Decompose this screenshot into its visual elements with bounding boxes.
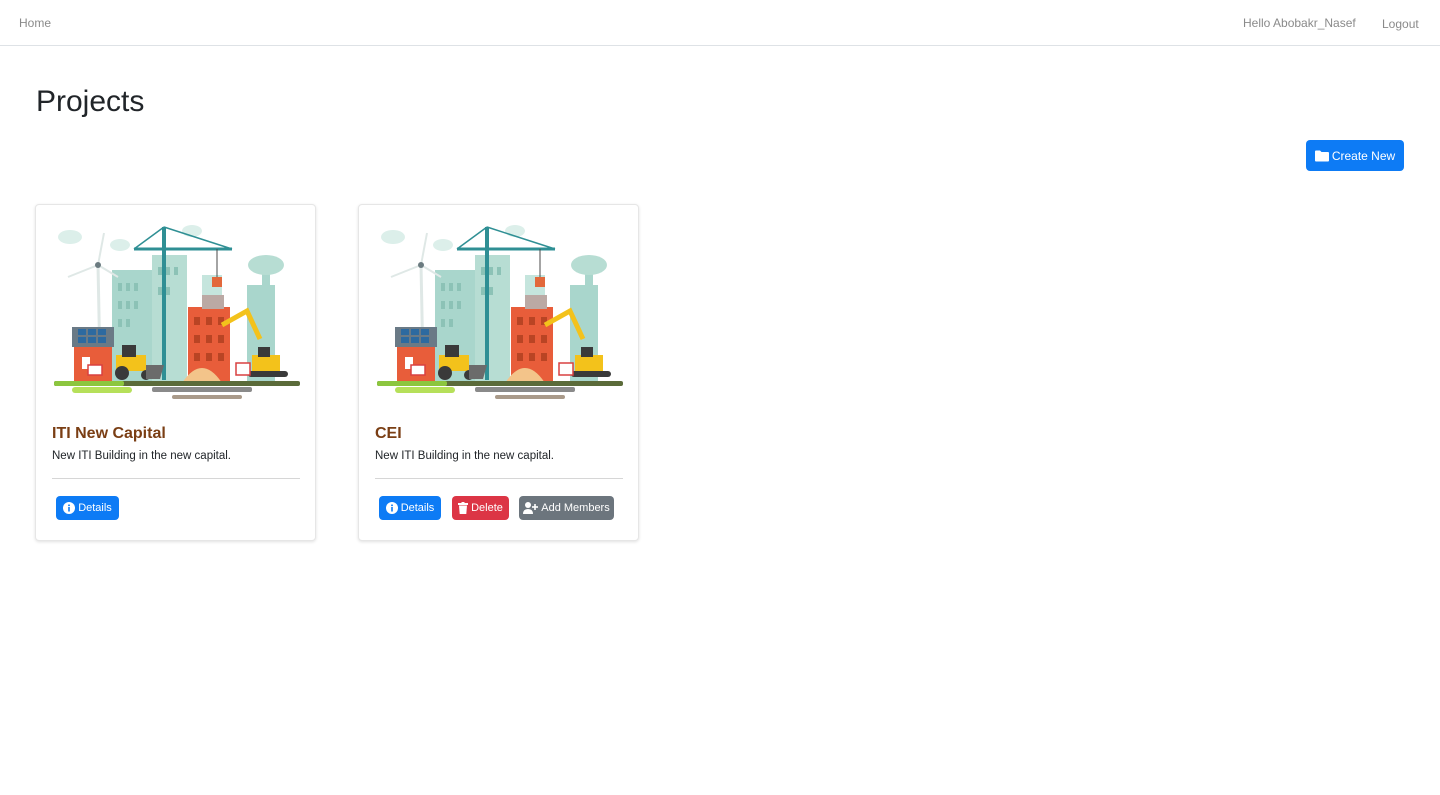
card-divider	[375, 478, 623, 479]
construction-illustration	[52, 215, 302, 405]
logout-link[interactable]: Logout	[1382, 17, 1419, 31]
trash-icon	[458, 502, 469, 514]
project-description: New ITI Building in the new capital.	[52, 450, 231, 462]
details-button[interactable]: Details	[56, 496, 119, 520]
details-label: Details	[400, 502, 435, 514]
nav-home-link[interactable]: Home	[19, 16, 51, 30]
page-title: Projects	[36, 85, 145, 118]
folder-icon	[1314, 150, 1329, 162]
user-plus-icon	[523, 502, 539, 514]
delete-label: Delete	[471, 502, 503, 514]
add-members-button[interactable]: Add Members	[519, 496, 614, 520]
top-navbar: Home Hello Abobakr_Nasef Logout	[0, 0, 1440, 46]
details-button[interactable]: Details	[379, 496, 441, 520]
project-name: ITI New Capital	[52, 425, 166, 442]
info-circle-icon	[385, 502, 398, 514]
info-circle-icon	[63, 502, 76, 514]
create-new-label: Create New	[1331, 148, 1396, 163]
construction-illustration	[375, 215, 625, 405]
add-members-label: Add Members	[541, 502, 610, 514]
card-divider	[52, 478, 300, 479]
project-description: New ITI Building in the new capital.	[375, 450, 554, 462]
project-card: CEI New ITI Building in the new capital.…	[358, 204, 639, 541]
delete-button[interactable]: Delete	[452, 496, 509, 520]
project-card: ITI New Capital New ITI Building in the …	[35, 204, 316, 541]
details-label: Details	[78, 502, 112, 514]
project-name: CEI	[375, 425, 402, 442]
user-greeting[interactable]: Hello Abobakr_Nasef	[1243, 16, 1356, 30]
create-new-button[interactable]: Create New	[1306, 140, 1404, 171]
